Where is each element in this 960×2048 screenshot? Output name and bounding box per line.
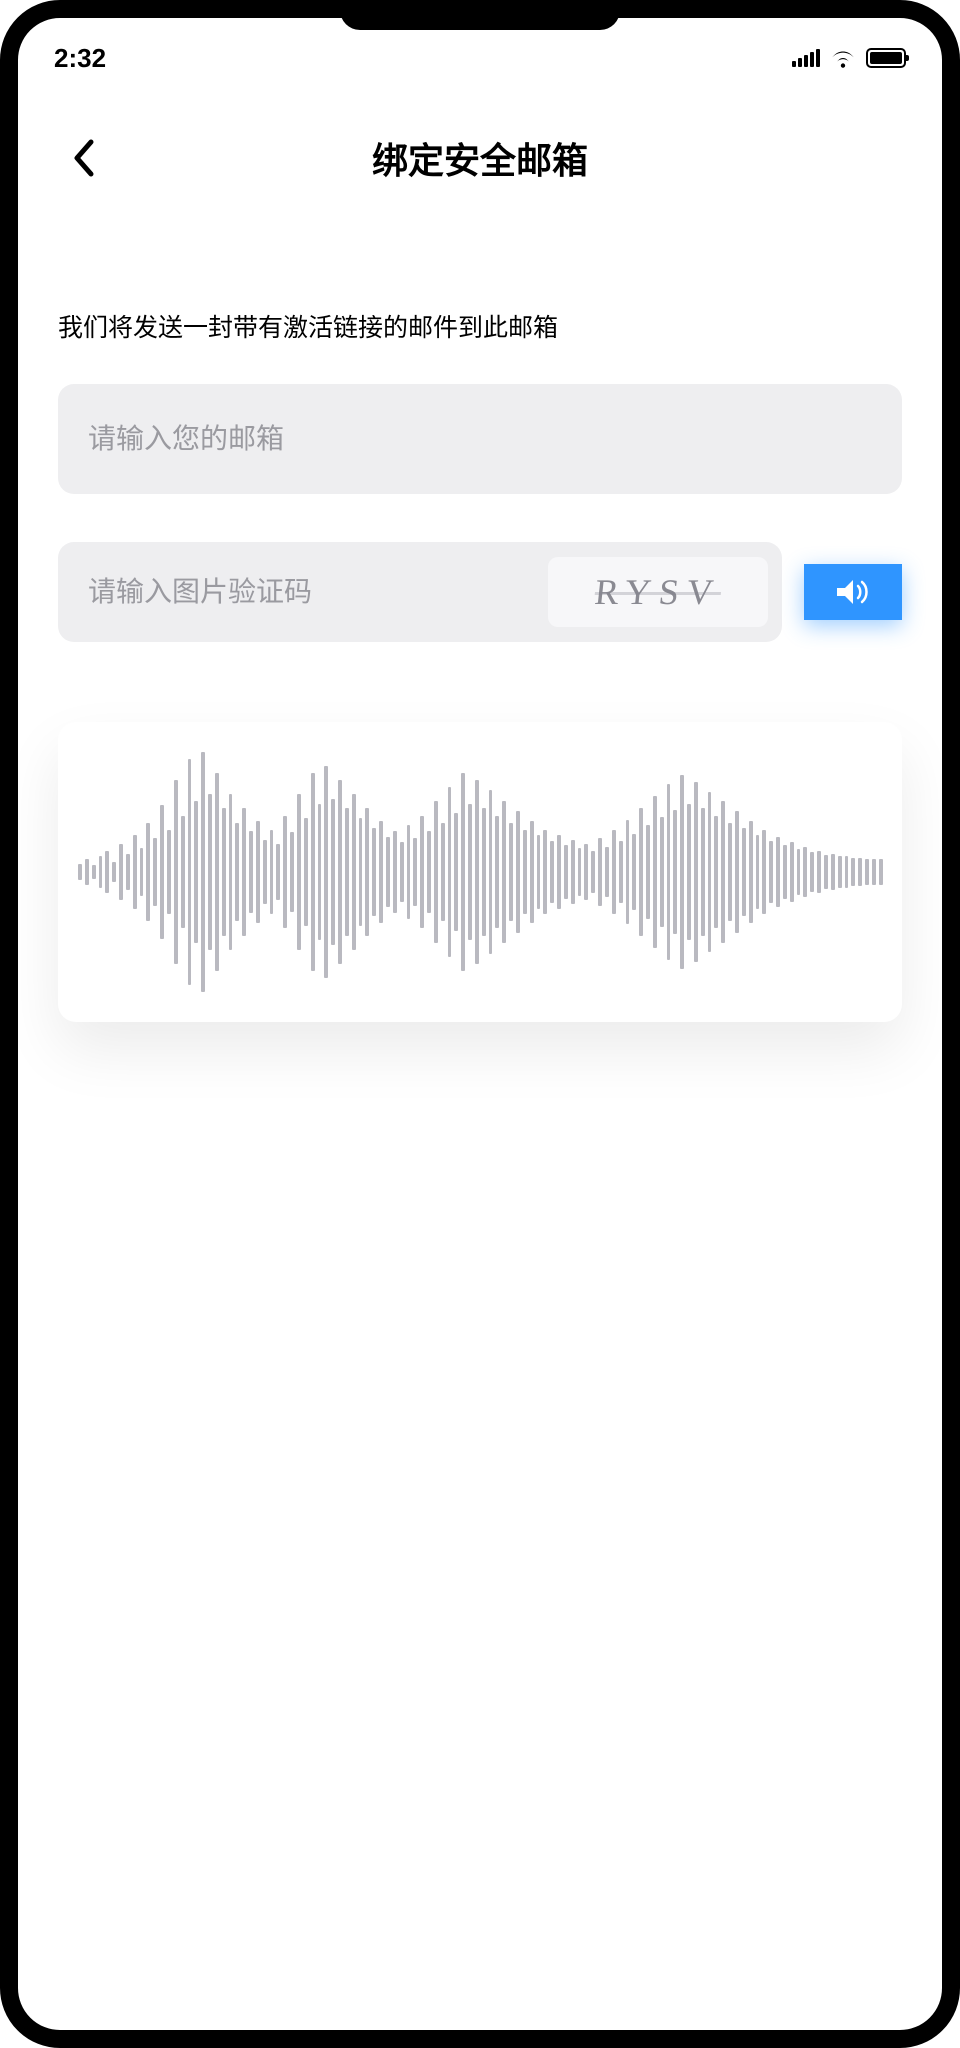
captcha-image[interactable]: RYSV — [548, 557, 768, 627]
audio-captcha-button[interactable] — [804, 564, 902, 620]
signal-icon — [792, 49, 820, 67]
email-input[interactable] — [58, 384, 902, 494]
phone-notch — [340, 0, 620, 30]
captcha-image-text: RYSV — [593, 571, 723, 613]
wifi-icon — [830, 48, 856, 68]
captcha-input[interactable] — [88, 542, 548, 642]
back-button[interactable] — [58, 133, 108, 183]
captcha-row: RYSV — [58, 542, 902, 642]
audio-waveform — [78, 752, 882, 992]
content: 我们将发送一封带有激活链接的邮件到此邮箱 RYSV — [18, 308, 942, 1022]
speaker-icon — [833, 576, 873, 608]
page-title: 绑定安全邮箱 — [372, 132, 588, 184]
screen: 2:32 绑定安全邮箱 我们将发送一封带有激活链接的邮件到此邮箱 — [18, 18, 942, 2030]
status-time: 2:32 — [54, 43, 106, 74]
captcha-input-wrap: RYSV — [58, 542, 782, 642]
chevron-left-icon — [71, 138, 95, 178]
status-icons — [792, 48, 906, 68]
instruction-text: 我们将发送一封带有激活链接的邮件到此邮箱 — [58, 308, 902, 344]
page-header: 绑定安全邮箱 — [18, 108, 942, 208]
battery-icon — [866, 48, 906, 68]
audio-waveform-card — [58, 722, 902, 1022]
